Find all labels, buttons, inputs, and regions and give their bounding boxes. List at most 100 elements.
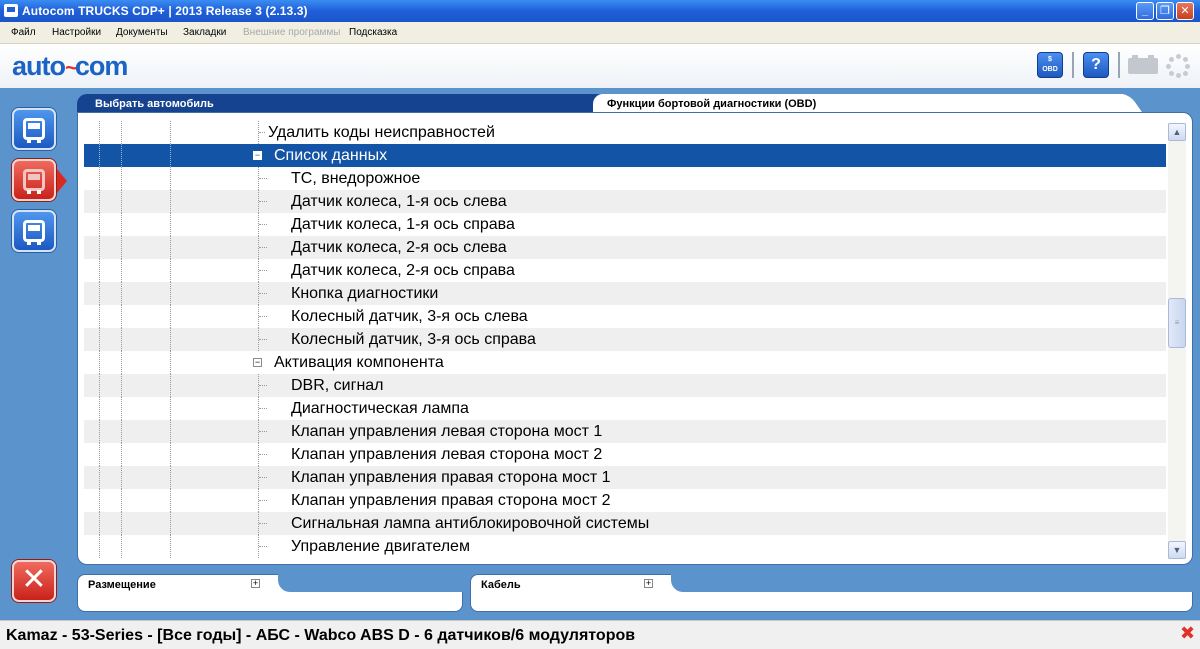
help-button[interactable]: ? (1083, 52, 1109, 78)
obd-functions-side-button[interactable] (12, 159, 56, 201)
logo-bar: auto~com (0, 44, 1200, 88)
tree-item[interactable]: Клапан управления правая сторона мост 2 (84, 489, 1166, 512)
tree-item-label: Управление двигателем (291, 538, 470, 555)
tree-guide-line (99, 420, 100, 443)
menu-file[interactable]: Файл (11, 27, 36, 38)
window-title: Autocom TRUCKS CDP+ | 2013 Release 3 (2.… (22, 4, 308, 18)
obd-functions-panel: Удалить коды неисправностей − Список данны… (77, 112, 1193, 565)
tree-item-label: ТС, внедорожное (291, 170, 421, 187)
tree-group[interactable]: − Список данных (84, 144, 1166, 167)
tree-item-label: Колесный датчик, 3-я ось справа (291, 331, 536, 348)
tree-item-label: Датчик колеса, 1-я ось слева (291, 193, 507, 210)
title-bar: Autocom TRUCKS CDP+ | 2013 Release 3 (2.… (0, 0, 1200, 22)
scroll-up-button[interactable]: ▲ (1168, 123, 1186, 141)
tree-item-label: Колесный датчик, 3-я ось слева (291, 308, 528, 325)
tree-item-label: Датчик колеса, 2-я ось справа (291, 262, 515, 279)
tree-guide-line (121, 236, 122, 259)
exit-button[interactable]: ✕ (12, 560, 56, 602)
tree-guide-line (170, 420, 171, 443)
tree-item[interactable]: Колесный датчик, 3-я ось слева (84, 305, 1166, 328)
tree-guide-line (170, 351, 171, 374)
tree-connector-line (259, 270, 267, 271)
tree-item[interactable]: Датчик колеса, 1-я ось слева (84, 190, 1166, 213)
tree-guide-line (121, 374, 122, 397)
tree-item[interactable]: Удалить коды неисправностей (84, 121, 1166, 144)
tree-guide-line (170, 213, 171, 236)
menu-help[interactable]: Подсказка (349, 27, 397, 38)
scroll-down-button[interactable]: ▼ (1168, 541, 1186, 559)
tree-guide-line (121, 121, 122, 144)
tree-guide-line (99, 374, 100, 397)
obd-button[interactable]: $ OBD (1037, 52, 1063, 78)
tree-guide-line (99, 236, 100, 259)
tree-guide-line (170, 282, 171, 305)
tree-guide-line (170, 535, 171, 558)
tree-scrollbar[interactable]: ▲ ≡ ▼ (1168, 123, 1186, 559)
tree-guide-line (99, 305, 100, 328)
menu-documents[interactable]: Документы (116, 27, 168, 38)
tree-guide-line (99, 443, 100, 466)
tree-guide-line (170, 443, 171, 466)
tree-item[interactable]: Датчик колеса, 2-я ось справа (84, 259, 1166, 282)
tree-item[interactable]: Сигнальная лампа антиблокировочной систе… (84, 512, 1166, 535)
tree-item-label: Сигнальная лампа антиблокировочной систе… (291, 515, 650, 532)
scroll-thumb[interactable]: ≡ (1168, 298, 1186, 348)
tree-guide-line (99, 397, 100, 420)
tree-guide-line (170, 489, 171, 512)
tree-connector-line (259, 178, 267, 179)
minimize-button[interactable]: _ (1136, 2, 1154, 20)
tree-item[interactable]: Датчик колеса, 2-я ось слева (84, 236, 1166, 259)
tree-item[interactable]: Колесный датчик, 3-я ось справа (84, 328, 1166, 351)
close-window-button[interactable]: ✕ (1176, 2, 1194, 20)
tree-group[interactable]: − Активация компонента (84, 351, 1166, 374)
tree-connector-line (259, 477, 267, 478)
tree-guide-line (170, 167, 171, 190)
tree-guide-line (170, 259, 171, 282)
tree-item[interactable]: DBR, сигнал (84, 374, 1166, 397)
tree-guide-line (99, 466, 100, 489)
tree-item-label: Клапан управления левая сторона мост 2 (291, 446, 603, 463)
select-vehicle-side-button[interactable] (12, 108, 56, 150)
tree-guide-line (121, 535, 122, 558)
maximize-button[interactable]: ❐ (1156, 2, 1174, 20)
tree-item[interactable]: Управление двигателем (84, 535, 1166, 558)
dollar-icon: $ (1048, 56, 1052, 63)
tree-item[interactable]: Датчик колеса, 1-я ось справа (84, 213, 1166, 236)
tree-item-label: Клапан управления левая сторона мост 1 (291, 423, 603, 440)
tree-connector-line (259, 523, 267, 524)
close-vehicle-icon[interactable]: ✖ (1180, 623, 1195, 644)
tree-connector-line (259, 339, 267, 340)
tree-guide-line (121, 397, 122, 420)
tree-item[interactable]: Клапан управления левая сторона мост 1 (84, 420, 1166, 443)
tree-item[interactable]: Кнопка диагностики (84, 282, 1166, 305)
pulse-icon: ~ (65, 55, 78, 80)
tree-item-label: Диагностическая лампа (291, 400, 469, 417)
battery-icon (1128, 55, 1158, 74)
tree-guide-line (99, 121, 100, 144)
placement-expand-toggle[interactable]: + (251, 579, 260, 588)
tree-item[interactable]: Клапан управления правая сторона мост 1 (84, 466, 1166, 489)
tree-guide-line (99, 190, 100, 213)
active-arrow-icon (57, 169, 67, 193)
tree-item[interactable]: Клапан управления левая сторона мост 2 (84, 443, 1166, 466)
tree-guide-line (170, 328, 171, 351)
tree-item[interactable]: Диагностическая лампа (84, 397, 1166, 420)
tree-guide-line (121, 190, 122, 213)
tree-guide-line (121, 466, 122, 489)
tree-item-label: Клапан управления правая сторона мост 1 (291, 469, 611, 486)
tree-guide-line (170, 121, 171, 144)
cable-expand-toggle[interactable]: + (644, 579, 653, 588)
collapse-toggle-icon[interactable]: − (253, 151, 262, 160)
collapse-toggle-icon[interactable]: − (253, 358, 262, 367)
cable-panel: Кабель + (470, 574, 1194, 612)
tree-item[interactable]: ТС, внедорожное (84, 167, 1166, 190)
truck-side-button[interactable] (12, 210, 56, 252)
tree-connector-line (259, 132, 265, 133)
tree-guide-line (99, 535, 100, 558)
menu-bookmarks[interactable]: Закладки (183, 27, 226, 38)
tree-guide-line (170, 236, 171, 259)
placement-label: Размещение (88, 579, 156, 591)
tree-item-label: DBR, сигнал (291, 377, 384, 394)
menu-settings[interactable]: Настройки (52, 27, 101, 38)
tree-guide-line (99, 328, 100, 351)
